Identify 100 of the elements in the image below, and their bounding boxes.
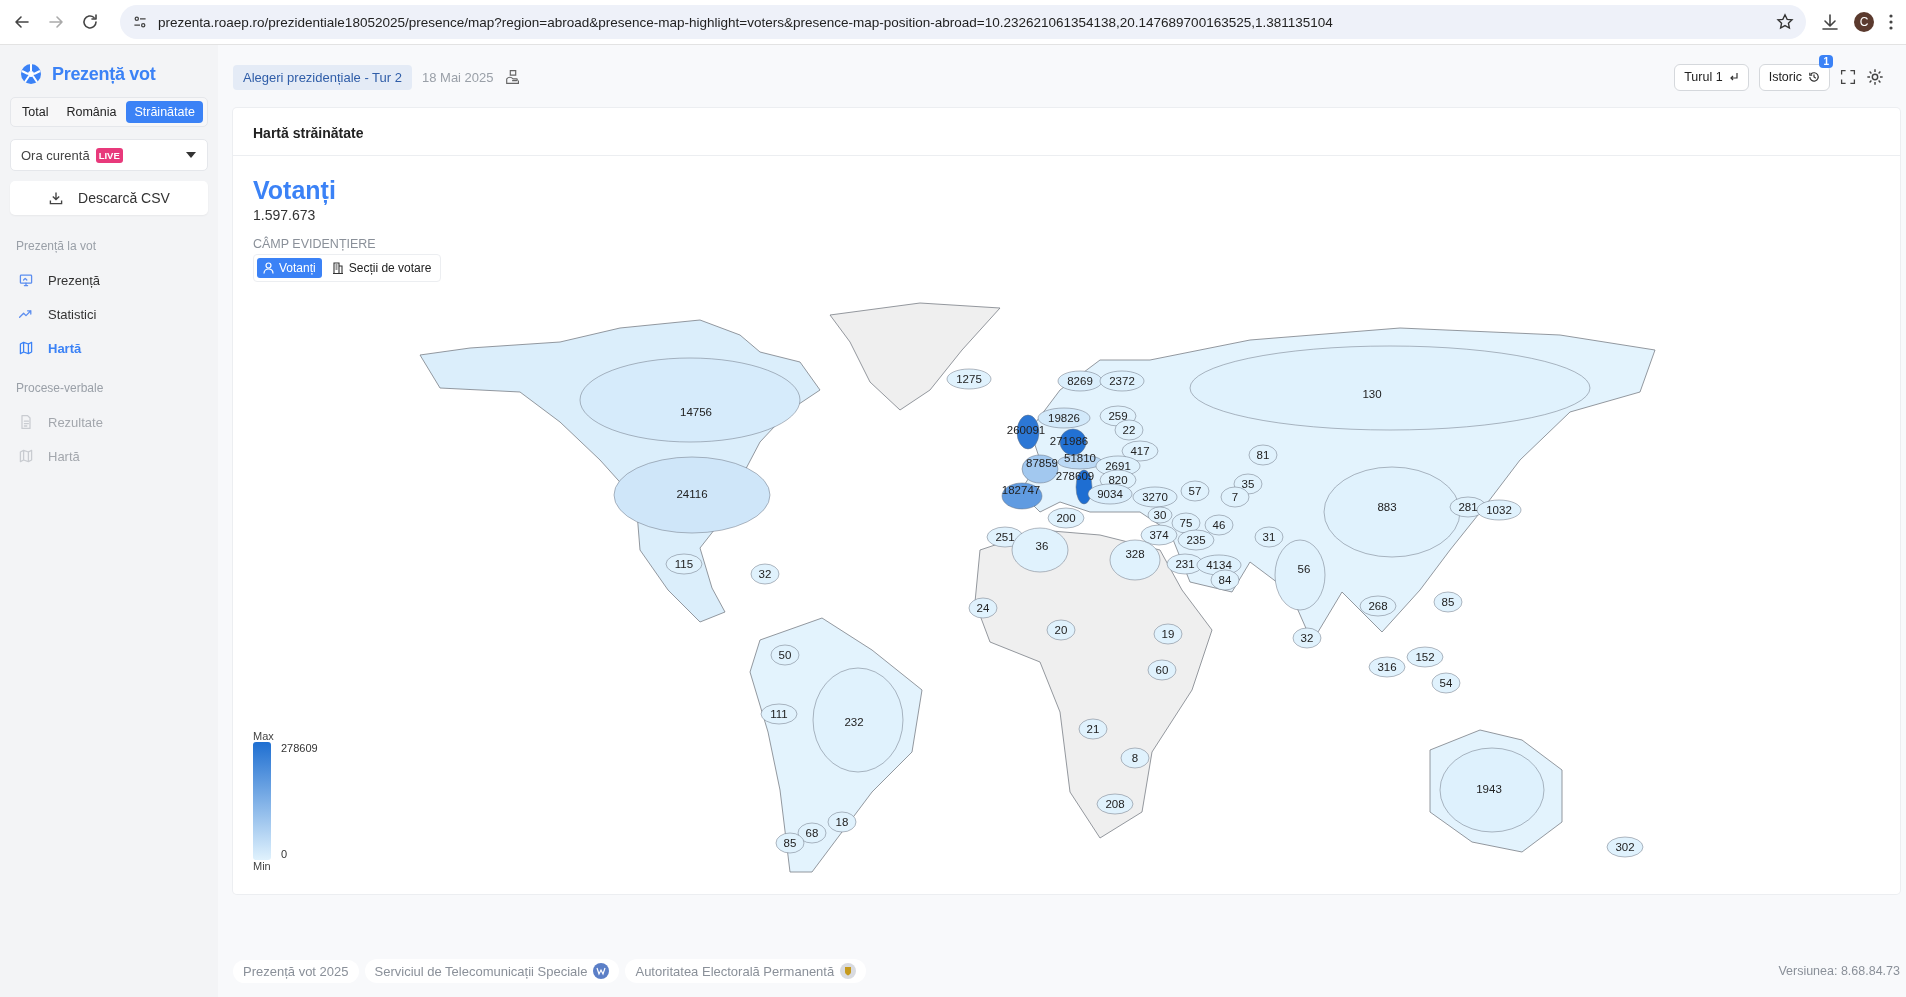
country-shape[interactable]	[1254, 526, 1284, 548]
map-value-label: 57	[1188, 485, 1202, 497]
person-icon	[263, 262, 274, 274]
profile-avatar[interactable]: C	[1854, 12, 1874, 32]
nav-item[interactable]: Prezență	[10, 263, 208, 297]
country-shape[interactable]	[1087, 483, 1133, 505]
country-shape[interactable]	[1292, 627, 1322, 649]
map-icon	[18, 448, 34, 464]
highlight-option[interactable]: Votanți	[257, 258, 322, 278]
map-value-label: 328	[1125, 548, 1145, 560]
settings-icon[interactable]	[1866, 68, 1884, 86]
country-shape[interactable]	[1431, 672, 1461, 694]
map-value-label: 7	[1231, 491, 1239, 503]
country-shape[interactable]	[1177, 529, 1215, 551]
map-icon	[18, 340, 34, 356]
address-bar[interactable]: prezenta.roaep.ro/prezidentiale18052025/presence/map?region=abroad&presence-map-highlight=voters&presence-map-position-abroad=10.232621061354138,20.147689700163525,1.381135104	[120, 5, 1806, 39]
country-shape[interactable]	[1046, 619, 1076, 641]
country-shape[interactable]	[1047, 507, 1085, 529]
country-shape[interactable]	[1180, 480, 1210, 502]
site-settings-icon[interactable]	[132, 14, 148, 30]
return-arrow-icon	[1728, 72, 1739, 82]
live-badge: LIVE	[95, 147, 123, 163]
download-icon	[48, 190, 65, 206]
country-shape[interactable]	[1078, 718, 1108, 740]
country-shape[interactable]	[1147, 659, 1177, 681]
country-shape[interactable]	[1368, 656, 1406, 678]
country-shape[interactable]	[770, 644, 800, 666]
select-value: Ora curentă	[21, 147, 90, 163]
map-value-label: 50	[778, 649, 792, 661]
highlight-option[interactable]: Secții de votare	[325, 258, 438, 278]
map-value-label: 22	[1122, 424, 1136, 436]
map-value-label: 81	[1256, 449, 1270, 461]
map-value-label: 9034	[1097, 488, 1123, 500]
country-shape[interactable]	[827, 811, 857, 833]
country-shape[interactable]	[1406, 646, 1444, 668]
country-shape[interactable]	[1204, 514, 1234, 536]
country-shape[interactable]	[968, 597, 998, 619]
country-shape[interactable]	[1606, 836, 1644, 858]
menu-icon[interactable]	[1888, 13, 1894, 31]
notification-badge: 1	[1819, 54, 1833, 68]
map-value-label: 31	[1262, 531, 1276, 543]
country-shape[interactable]	[1210, 569, 1240, 591]
country-shape[interactable]	[1057, 370, 1103, 392]
version-text: Versiunea: 8.68.84.73	[1778, 964, 1900, 978]
section-label: Prezență la vot	[15, 238, 98, 255]
url-text: prezenta.roaep.ro/prezidentiale18052025/presence/map?region=abroad&presence-map-highlight=voters&presence-map-position-abroad=10.232621061354138,20.147689700163525,1.381135104	[158, 14, 1334, 30]
country-shape[interactable]	[1096, 793, 1134, 815]
map-value-label: 18	[835, 816, 849, 828]
country-shape[interactable]	[750, 563, 780, 585]
country-shape[interactable]	[1099, 370, 1145, 392]
map-value-label: 85	[1441, 596, 1455, 608]
country-shape[interactable]	[1114, 419, 1144, 441]
map-value-label: 60	[1155, 664, 1169, 676]
country-shape[interactable]	[1476, 499, 1522, 521]
map-value-label: 152	[1415, 651, 1435, 663]
download-csv-button[interactable]: Descarcă CSV	[10, 181, 208, 215]
map-value-label: 8	[1131, 752, 1139, 764]
country-shape[interactable]	[1132, 486, 1178, 508]
map-value-label: 75	[1179, 517, 1193, 529]
map-value-label: 115	[674, 558, 694, 570]
country-shape[interactable]	[1153, 623, 1183, 645]
history-icon	[1808, 71, 1820, 83]
card-title: Hartă străinătate	[233, 108, 1900, 156]
section-label: Procese-verbale	[15, 380, 105, 397]
map-value-label: 36	[1035, 540, 1049, 552]
monitor-icon	[18, 272, 34, 288]
map-value-label: 68	[805, 827, 819, 839]
reload-icon[interactable]	[80, 12, 100, 32]
star-icon[interactable]	[1776, 13, 1794, 31]
download-icon[interactable]	[1820, 12, 1840, 32]
scope-tab[interactable]: România	[58, 101, 125, 123]
country-shape[interactable]	[665, 553, 703, 575]
country-shape[interactable]	[1147, 506, 1173, 524]
round-button[interactable]: Turul 1	[1674, 63, 1749, 91]
country-shape[interactable]	[1140, 524, 1178, 546]
map-value-label: 820	[1108, 474, 1128, 486]
country-shape[interactable]	[1359, 595, 1397, 617]
country-shape[interactable]	[946, 368, 992, 390]
country-shape[interactable]	[1433, 591, 1463, 613]
fullscreen-icon[interactable]	[1840, 69, 1856, 85]
scope-tab[interactable]: Total	[14, 101, 57, 123]
country-shape[interactable]	[1220, 486, 1250, 508]
legend-min-label: Min	[253, 860, 272, 872]
country-shape[interactable]	[775, 832, 805, 854]
building-icon	[331, 262, 344, 274]
country-shape[interactable]	[1248, 444, 1278, 466]
map-value-label: 24116	[676, 488, 708, 500]
country-shape[interactable]	[1001, 482, 1043, 510]
country-shape[interactable]	[760, 703, 798, 725]
map-value-label: 259	[1108, 410, 1128, 422]
map-value-label: 268	[1368, 600, 1388, 612]
map-value-label: 1943	[1476, 783, 1502, 795]
map-value-label: 130	[1362, 388, 1382, 400]
nav-item[interactable]: Statistici	[10, 297, 208, 331]
map-value-label: 4134	[1206, 559, 1232, 571]
map-value-label: 417	[1130, 445, 1150, 457]
scope-tab[interactable]: Străinătate	[126, 101, 203, 123]
time-select[interactable]: Ora curentă LIVE	[10, 139, 208, 171]
map-value-label: 302	[1615, 841, 1635, 853]
legend-max-label: Max	[253, 730, 275, 742]
